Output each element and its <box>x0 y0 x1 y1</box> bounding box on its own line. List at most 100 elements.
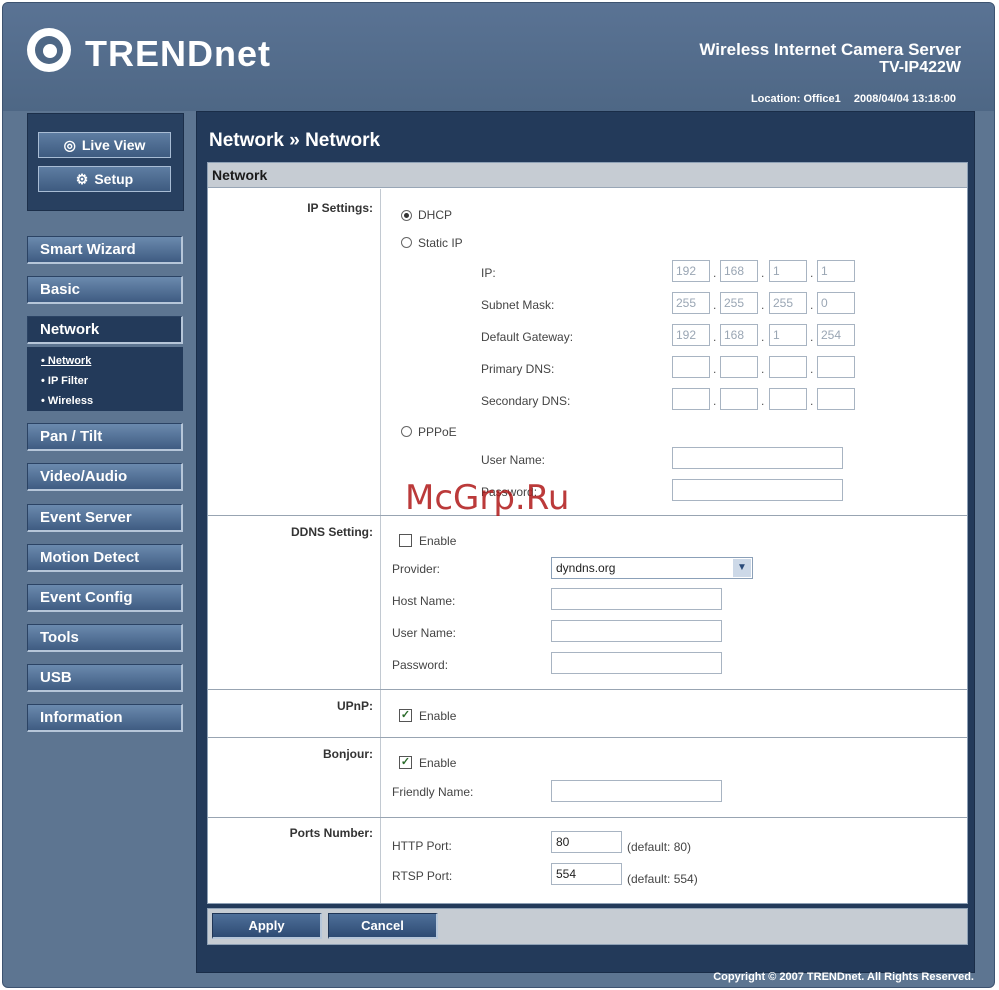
gw-octet-2[interactable]: 168 <box>720 324 758 346</box>
dot: . <box>810 298 814 312</box>
rtsp-port-input[interactable]: 554 <box>551 863 622 885</box>
divider <box>208 817 967 818</box>
gear-icon: ⚙ <box>75 170 89 187</box>
nav-video-audio[interactable]: Video/Audio <box>27 463 183 491</box>
label-column <box>208 189 381 903</box>
brand-logo-text: TRENDnet <box>85 33 271 74</box>
ip-octet-3[interactable]: 1 <box>769 260 807 282</box>
static-ip-radio[interactable] <box>401 237 412 248</box>
dns2-octet-4[interactable] <box>817 388 855 410</box>
product-title: Wireless Internet Camera Server <box>699 40 961 59</box>
ddns-enable-label: Enable <box>419 534 457 548</box>
dot: . <box>713 266 717 280</box>
dot: . <box>761 394 765 408</box>
rtsp-port-label: RTSP Port: <box>392 869 453 883</box>
ip-octet-2[interactable]: 168 <box>720 260 758 282</box>
provider-select[interactable]: dyndns.org ▼ <box>551 557 753 579</box>
nav-event-config[interactable]: Event Config <box>27 584 183 612</box>
nav-smart-wizard[interactable]: Smart Wizard <box>27 236 183 264</box>
submenu-network[interactable]: • Network <box>41 355 91 367</box>
action-bar: Apply Cancel <box>207 908 968 945</box>
dns1-octet-2[interactable] <box>720 356 758 378</box>
upnp-enable-checkbox[interactable]: ✓ <box>399 709 412 722</box>
ip-octet-1[interactable]: 192 <box>672 260 710 282</box>
nav-usb[interactable]: USB <box>27 664 183 692</box>
mask-octet-3[interactable]: 255 <box>769 292 807 314</box>
bonjour-enable-checkbox[interactable]: ✓ <box>399 756 412 769</box>
eye-icon: ◎ <box>63 136 76 153</box>
copyright: Copyright © 2007 TRENDnet. All Rights Re… <box>713 971 974 983</box>
section-header: Network <box>208 163 967 188</box>
default-gateway-label: Default Gateway: <box>481 330 574 344</box>
dns1-octet-3[interactable] <box>769 356 807 378</box>
pppoe-label: PPPoE <box>418 425 457 439</box>
dot: . <box>761 266 765 280</box>
setup-button[interactable]: ⚙ Setup <box>38 166 171 192</box>
dhcp-label: DHCP <box>418 208 453 222</box>
subnet-mask-label: Subnet Mask: <box>481 298 555 312</box>
divider <box>208 737 967 738</box>
ports-number-label: Ports Number: <box>289 826 373 840</box>
static-ip-label: Static IP <box>418 236 463 250</box>
friendly-name-input[interactable] <box>551 780 722 802</box>
ddns-setting-label: DDNS Setting: <box>291 525 373 539</box>
friendly-name-label: Friendly Name: <box>392 785 474 799</box>
apply-button[interactable]: Apply <box>212 913 322 939</box>
dot: . <box>810 394 814 408</box>
mask-octet-1[interactable]: 255 <box>672 292 710 314</box>
ip-octet-4[interactable]: 1 <box>817 260 855 282</box>
dhcp-radio[interactable] <box>401 210 412 221</box>
live-view-label: Live View <box>81 137 146 153</box>
page-title: Network » Network <box>209 130 381 151</box>
dns2-octet-2[interactable] <box>720 388 758 410</box>
bonjour-enable-label: Enable <box>419 756 457 770</box>
dot: . <box>810 362 814 376</box>
nav-information[interactable]: Information <box>27 704 183 732</box>
nav-motion-detect[interactable]: Motion Detect <box>27 544 183 572</box>
nav-event-server[interactable]: Event Server <box>27 504 183 532</box>
upnp-label: UPnP: <box>337 699 373 713</box>
dns2-octet-1[interactable] <box>672 388 710 410</box>
header: TRENDnet Wireless Internet Camera Server… <box>3 3 994 111</box>
gw-octet-1[interactable]: 192 <box>672 324 710 346</box>
ddns-username-input[interactable] <box>551 620 722 642</box>
ddns-username-label: User Name: <box>392 626 457 640</box>
dot: . <box>713 298 717 312</box>
dot: . <box>713 330 717 344</box>
dns1-octet-4[interactable] <box>817 356 855 378</box>
cancel-button[interactable]: Cancel <box>328 913 438 939</box>
pppoe-radio[interactable] <box>401 426 412 437</box>
dns2-octet-3[interactable] <box>769 388 807 410</box>
watermark: McGrp.Ru <box>405 478 570 518</box>
gw-octet-4[interactable]: 254 <box>817 324 855 346</box>
submenu-ip-filter[interactable]: • IP Filter <box>41 375 88 387</box>
ddns-password-label: Password: <box>392 658 449 672</box>
dot: . <box>810 330 814 344</box>
pppoe-username-input[interactable] <box>672 447 843 469</box>
ddns-enable-checkbox[interactable] <box>399 534 412 547</box>
rtsp-port-default: (default: 554) <box>627 872 698 886</box>
nav-basic[interactable]: Basic <box>27 276 183 304</box>
host-name-input[interactable] <box>551 588 722 610</box>
ddns-password-input[interactable] <box>551 652 722 674</box>
mask-octet-2[interactable]: 255 <box>720 292 758 314</box>
nav-network[interactable]: Network <box>27 316 183 344</box>
primary-dns-label: Primary DNS: <box>481 362 555 376</box>
dot: . <box>713 394 717 408</box>
submenu-wireless[interactable]: • Wireless <box>41 395 93 407</box>
main-panel: Network » Network Network IP Settings: D… <box>196 111 975 973</box>
product-model: TV-IP422W <box>879 59 961 76</box>
nav-pan-tilt[interactable]: Pan / Tilt <box>27 423 183 451</box>
http-port-input[interactable]: 80 <box>551 831 622 853</box>
mask-octet-4[interactable]: 0 <box>817 292 855 314</box>
live-view-button[interactable]: ◎ Live View <box>38 132 171 158</box>
gw-octet-3[interactable]: 1 <box>769 324 807 346</box>
dns1-octet-1[interactable] <box>672 356 710 378</box>
location-line: Location: Office1 2008/04/04 13:18:00 <box>741 93 956 105</box>
provider-label: Provider: <box>392 562 441 576</box>
chevron-down-icon: ▼ <box>733 559 751 577</box>
dot: . <box>761 330 765 344</box>
nav-tools[interactable]: Tools <box>27 624 183 652</box>
provider-value: dyndns.org <box>556 561 616 575</box>
pppoe-password-input[interactable] <box>672 479 843 501</box>
